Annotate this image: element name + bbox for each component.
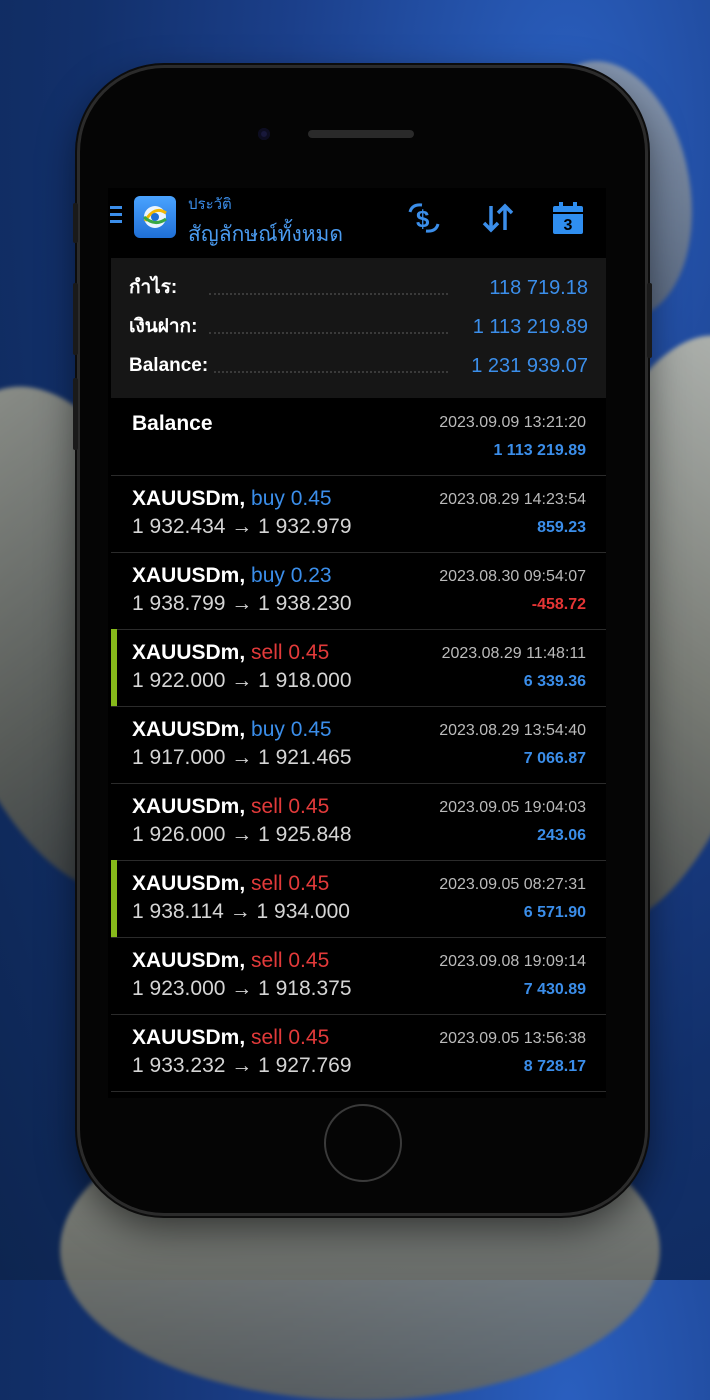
app-screen: ประวัติ สัญลักษณ์ทั้งหมด $ 3 กำไร: 118 7… [108,188,606,1098]
balance-entry-label: Balance [132,412,213,435]
phone-volume-down [73,378,78,450]
sort-icon[interactable] [478,200,518,236]
trade-title: XAUUSDm, buy 0.23 [132,564,332,588]
trade-title: XAUUSDm, buy 0.45 [132,718,332,742]
deposit-row: เงินฝาก: 1 113 219.89 [129,312,588,342]
earpiece-speaker [308,130,414,138]
list-item-trade[interactable]: XAUUSDm, sell 0.45 1 933.232 → 1 927.769 2… [111,1014,606,1092]
list-item-trade[interactable]: XAUUSDm, buy 0.45 1 917.000 → 1 921.465 20… [111,706,606,784]
trade-title: XAUUSDm, sell 0.45 [132,795,329,819]
trade-profit: 859.23 [537,519,586,536]
trade-symbol: XAUUSDm, [132,872,252,895]
phone-mute-switch [73,203,78,243]
trade-prices: 1 932.434 → 1 932.979 [132,515,352,538]
deposit-label: เงินฝาก: [129,312,204,342]
dotted-leader [209,293,448,295]
trade-profit: 6 571.90 [523,904,586,921]
trade-symbol: XAUUSDm, [132,641,252,664]
trade-title: XAUUSDm, sell 0.45 [132,641,329,665]
app-logo-icon [134,196,176,238]
trade-prices: 1 917.000 → 1 921.465 [132,746,352,769]
trade-side: sell 0.45 [251,641,330,664]
trade-title: XAUUSDm, sell 0.45 [132,949,329,973]
trade-title: XAUUSDm, buy 0.45 [132,487,332,511]
profit-value: 118 719.18 [483,273,588,303]
profit-row: กำไร: 118 719.18 [129,273,588,303]
page-subtitle: ประวัติ [188,196,232,213]
trade-time: 2023.09.08 19:09:14 [439,953,586,970]
dotted-leader [209,332,448,334]
trade-time: 2023.08.29 13:54:40 [439,722,586,739]
balance-value: 1 231 939.07 [465,351,588,381]
home-button[interactable] [324,1104,402,1182]
deposit-value: 1 113 219.89 [466,312,588,342]
trade-prices: 1 938.114 → 1 934.000 [132,900,350,923]
trade-time: 2023.08.29 11:48:11 [441,645,586,662]
trade-side: sell 0.45 [251,949,330,972]
trade-side: sell 0.45 [251,1026,330,1049]
calendar-icon[interactable]: 3 [548,200,588,236]
trade-profit: 243.06 [537,827,586,844]
phone-volume-up [73,283,78,355]
trade-prices: 1 938.799 → 1 938.230 [132,592,352,615]
page-title[interactable]: สัญลักษณ์ทั้งหมด [188,218,343,251]
trade-profit: 7 066.87 [523,750,586,767]
trade-side: sell 0.45 [251,872,330,895]
trade-side: buy 0.23 [251,564,332,587]
list-item-balance[interactable]: Balance 2023.09.09 13:21:20 1 113 219.89 [111,398,606,476]
trade-profit: 6 339.36 [523,673,586,690]
balance-row: Balance: 1 231 939.07 [129,351,588,381]
trade-symbol: XAUUSDm, [132,564,252,587]
trade-symbol: XAUUSDm, [132,718,252,741]
trade-time: 2023.09.05 08:27:31 [439,876,586,893]
phone-power-button [647,283,652,358]
list-item-trade[interactable]: XAUUSDm, sell 0.45 1 922.000 → 1 918.000 2… [111,629,606,707]
trade-profit: -458.72 [531,596,586,613]
svg-text:$: $ [416,206,430,233]
summary-panel: กำไร: 118 719.18 เงินฝาก: 1 113 219.89 B… [111,258,606,398]
trade-time: 2023.09.05 13:56:38 [439,1030,586,1047]
trade-prices: 1 922.000 → 1 918.000 [132,669,352,692]
list-item-trade[interactable]: XAUUSDm, buy 0.23 1 938.799 → 1 938.230 20… [111,552,606,630]
list-item-trade[interactable]: XAUUSDm, sell 0.45 1 923.000 → 1 918.375 2… [111,937,606,1015]
trade-title: XAUUSDm, sell 0.45 [132,1026,329,1050]
trade-prices: 1 933.232 → 1 927.769 [132,1054,352,1077]
trade-prices: 1 926.000 → 1 925.848 [132,823,352,846]
front-camera [258,128,270,140]
list-item-trade[interactable]: XAUUSDm, buy 0.45 1 932.434 → 1 932.979 20… [111,475,606,553]
trade-symbol: XAUUSDm, [132,949,252,972]
trade-time: 2023.09.05 19:04:03 [439,799,586,816]
trade-time: 2023.08.30 09:54:07 [439,568,586,585]
menu-icon[interactable] [110,206,122,228]
svg-text:3: 3 [564,217,573,234]
trade-profit: 8 728.17 [523,1058,586,1075]
entry-time: 2023.09.09 13:21:20 [439,414,586,431]
trade-time: 2023.08.29 14:23:54 [439,491,586,508]
top-bar: ประวัติ สัญลักษณ์ทั้งหมด $ 3 [108,188,606,254]
entry-amount: 1 113 219.89 [493,442,586,459]
list-item-trade[interactable]: XAUUSDm, sell 0.45 1 926.000 → 1 925.848 2… [111,783,606,861]
trade-symbol: XAUUSDm, [132,487,252,510]
dollar-exchange-icon[interactable]: $ [404,200,444,236]
profit-label: กำไร: [129,273,184,303]
dotted-leader [209,371,448,373]
list-item-trade[interactable]: XAUUSDm, sell 0.45 1 938.114 → 1 934.000 2… [111,860,606,938]
trade-side: sell 0.45 [251,795,330,818]
trade-title: XAUUSDm, sell 0.45 [132,872,329,896]
trade-side: buy 0.45 [251,718,332,741]
trade-side: buy 0.45 [251,487,332,510]
trade-prices: 1 923.000 → 1 918.375 [132,977,352,1000]
trade-symbol: XAUUSDm, [132,795,252,818]
trade-profit: 7 430.89 [523,981,586,998]
balance-label: Balance: [129,351,215,381]
trade-symbol: XAUUSDm, [132,1026,252,1049]
